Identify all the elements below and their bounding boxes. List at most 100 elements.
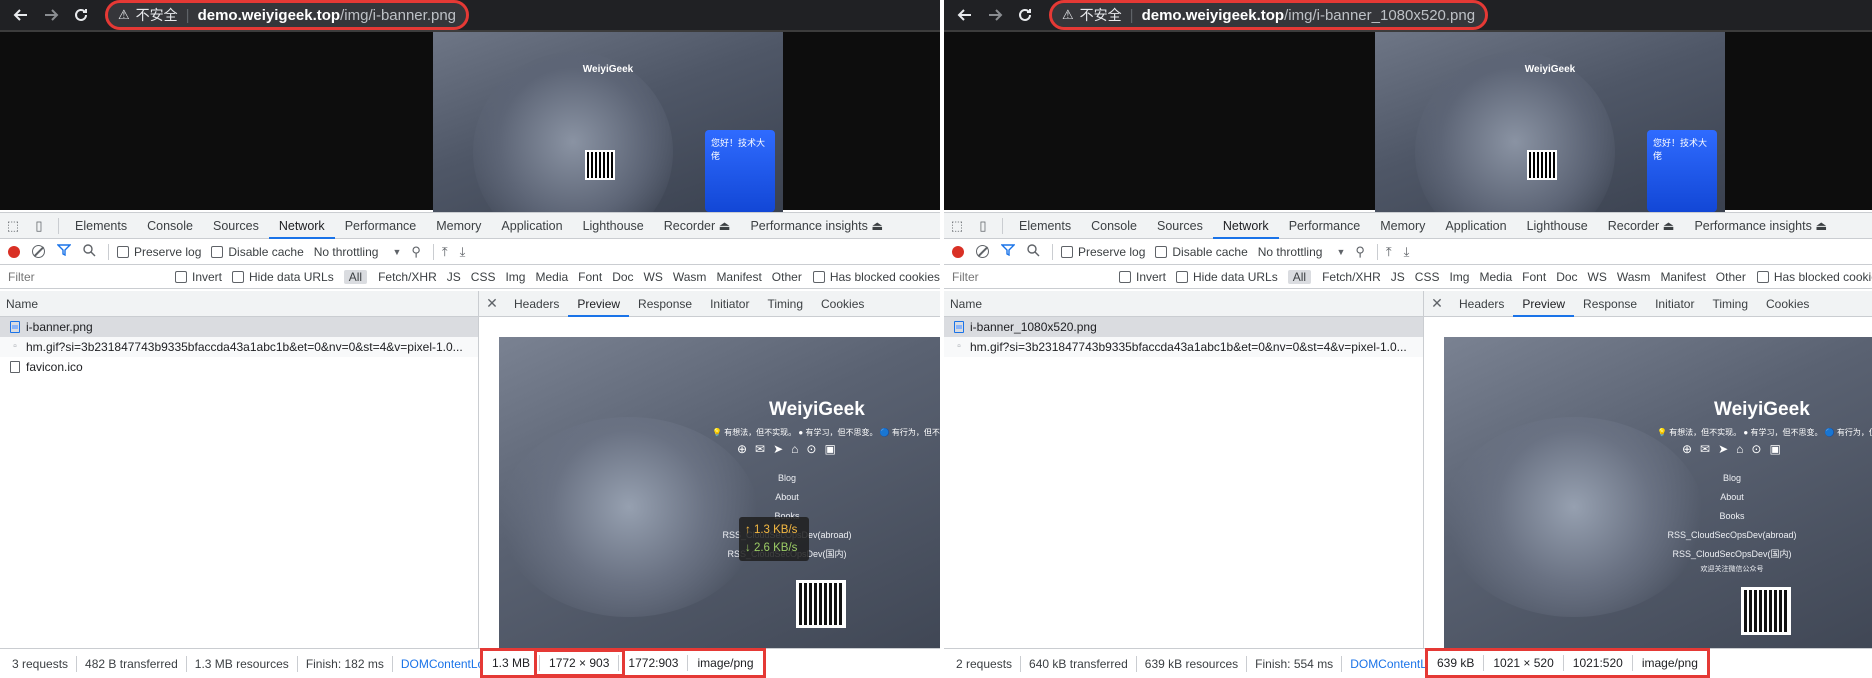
forward-arrow-icon[interactable] [982,2,1008,28]
tab-cookies[interactable]: Cookies [812,291,873,317]
tab-sources[interactable]: Sources [1147,213,1213,239]
filter-type-fetch[interactable]: Fetch/XHR [1317,270,1386,284]
search-icon[interactable] [83,243,96,260]
address-bar[interactable]: ⚠ 不安全 | demo.weiyigeek.top/img/i-banner.… [104,0,470,30]
filter-type-doc[interactable]: Doc [607,270,638,284]
filter-type-media[interactable]: Media [1474,270,1517,284]
tab-headers[interactable]: Headers [505,291,568,317]
preserve-log-checkbox[interactable]: Preserve log [117,245,201,259]
tab-response[interactable]: Response [629,291,701,317]
tab-recorder[interactable]: Recorder ⏏ [654,213,741,239]
tab-performance[interactable]: Performance [1279,213,1371,239]
filter-type-other[interactable]: Other [767,270,807,284]
request-row[interactable]: favicon.ico [0,357,478,377]
filter-type-doc[interactable]: Doc [1551,270,1582,284]
close-icon[interactable]: ✕ [1424,295,1450,312]
inspect-element-icon[interactable]: ⬚ [0,218,26,234]
tab-elements[interactable]: Elements [1009,213,1081,239]
filter-type-font[interactable]: Font [573,270,607,284]
tab-timing[interactable]: Timing [758,291,812,317]
tab-performance-insights[interactable]: Performance insights ⏏ [1684,213,1837,239]
filter-type-all[interactable]: All [343,269,368,284]
throttling-select[interactable]: No throttling ▼ [314,245,402,259]
record-icon[interactable] [8,245,20,258]
filter-type-all[interactable]: All [1287,269,1312,284]
tab-performance[interactable]: Performance [335,213,427,239]
filter-type-font[interactable]: Font [1517,270,1551,284]
tab-initiator[interactable]: Initiator [1646,291,1703,317]
tab-memory[interactable]: Memory [1370,213,1435,239]
device-toolbar-icon[interactable]: ▯ [26,218,52,234]
tab-memory[interactable]: Memory [426,213,491,239]
filter-icon[interactable] [56,244,72,259]
reload-icon[interactable] [1012,2,1038,28]
filter-type-manifest[interactable]: Manifest [711,270,766,284]
preserve-log-checkbox[interactable]: Preserve log [1061,245,1145,259]
hide-data-urls-checkbox[interactable]: Hide data URLs [1176,270,1278,284]
invert-checkbox[interactable]: Invert [175,270,222,284]
device-toolbar-icon[interactable]: ▯ [970,218,996,234]
filter-type-wasm[interactable]: Wasm [1612,270,1656,284]
disable-cache-checkbox[interactable]: Disable cache [211,245,304,259]
invert-checkbox[interactable]: Invert [1119,270,1166,284]
inspect-element-icon[interactable]: ⬚ [944,218,970,234]
tab-network[interactable]: Network [1212,213,1279,239]
import-har-icon[interactable]: ⤒ [1386,244,1392,260]
tab-console[interactable]: Console [137,213,203,239]
filter-type-css[interactable]: CSS [466,270,501,284]
tab-elements[interactable]: Elements [65,213,137,239]
tab-sources[interactable]: Sources [203,213,269,239]
tab-recorder[interactable]: Recorder ⏏ [1598,213,1685,239]
clear-icon[interactable] [976,245,989,258]
filter-input[interactable] [948,266,1107,287]
filter-icon[interactable] [1000,244,1016,259]
forward-arrow-icon[interactable] [38,2,64,28]
filter-type-manifest[interactable]: Manifest [1655,270,1710,284]
filter-type-img[interactable]: Img [500,270,530,284]
import-har-icon[interactable]: ⤒ [442,244,448,260]
filter-type-ws[interactable]: WS [639,270,668,284]
blocked-cookies-checkbox[interactable]: Has blocked cookies [1756,270,1872,284]
filter-type-css[interactable]: CSS [1410,270,1445,284]
clear-icon[interactable] [32,245,45,258]
back-arrow-icon[interactable] [952,2,978,28]
tab-application[interactable]: Application [1435,213,1516,239]
close-icon[interactable]: ✕ [479,295,505,312]
blocked-cookies-checkbox[interactable]: Has blocked cookies [812,270,940,284]
filter-type-wasm[interactable]: Wasm [668,270,712,284]
export-har-icon[interactable]: ⤓ [460,244,466,260]
search-icon[interactable] [1027,243,1040,260]
filter-type-other[interactable]: Other [1711,270,1751,284]
tab-preview[interactable]: Preview [568,291,630,317]
tab-lighthouse[interactable]: Lighthouse [573,213,654,239]
throttling-select[interactable]: No throttling ▼ [1258,245,1346,259]
tab-console[interactable]: Console [1081,213,1147,239]
filter-type-js[interactable]: JS [1386,270,1410,284]
request-row[interactable]: ▫ hm.gif?si=3b231847743b9335bfaccda43a1a… [944,337,1423,357]
filter-input[interactable] [4,266,163,287]
filter-type-media[interactable]: Media [530,270,573,284]
tab-application[interactable]: Application [491,213,572,239]
network-conditions-icon[interactable]: ⚲ [411,244,421,260]
name-column-header[interactable]: Name [944,291,1423,317]
back-arrow-icon[interactable] [8,2,34,28]
tab-initiator[interactable]: Initiator [701,291,758,317]
tab-preview[interactable]: Preview [1513,291,1575,317]
reload-icon[interactable] [68,2,94,28]
tab-headers[interactable]: Headers [1450,291,1513,317]
name-column-header[interactable]: Name [0,291,478,317]
tab-response[interactable]: Response [1574,291,1646,317]
filter-type-ws[interactable]: WS [1583,270,1612,284]
tab-cookies[interactable]: Cookies [1757,291,1818,317]
tab-lighthouse[interactable]: Lighthouse [1517,213,1598,239]
disable-cache-checkbox[interactable]: Disable cache [1155,245,1248,259]
network-conditions-icon[interactable]: ⚲ [1355,244,1365,260]
request-row[interactable]: ▫ hm.gif?si=3b231847743b9335bfaccda43a1a… [0,337,478,357]
request-row[interactable]: i-banner.png [0,317,478,337]
tab-performance-insights[interactable]: Performance insights ⏏ [740,213,893,239]
export-har-icon[interactable]: ⤓ [1404,244,1410,260]
filter-type-fetch[interactable]: Fetch/XHR [373,270,442,284]
record-icon[interactable] [952,245,964,258]
filter-type-js[interactable]: JS [442,270,466,284]
tab-timing[interactable]: Timing [1703,291,1757,317]
